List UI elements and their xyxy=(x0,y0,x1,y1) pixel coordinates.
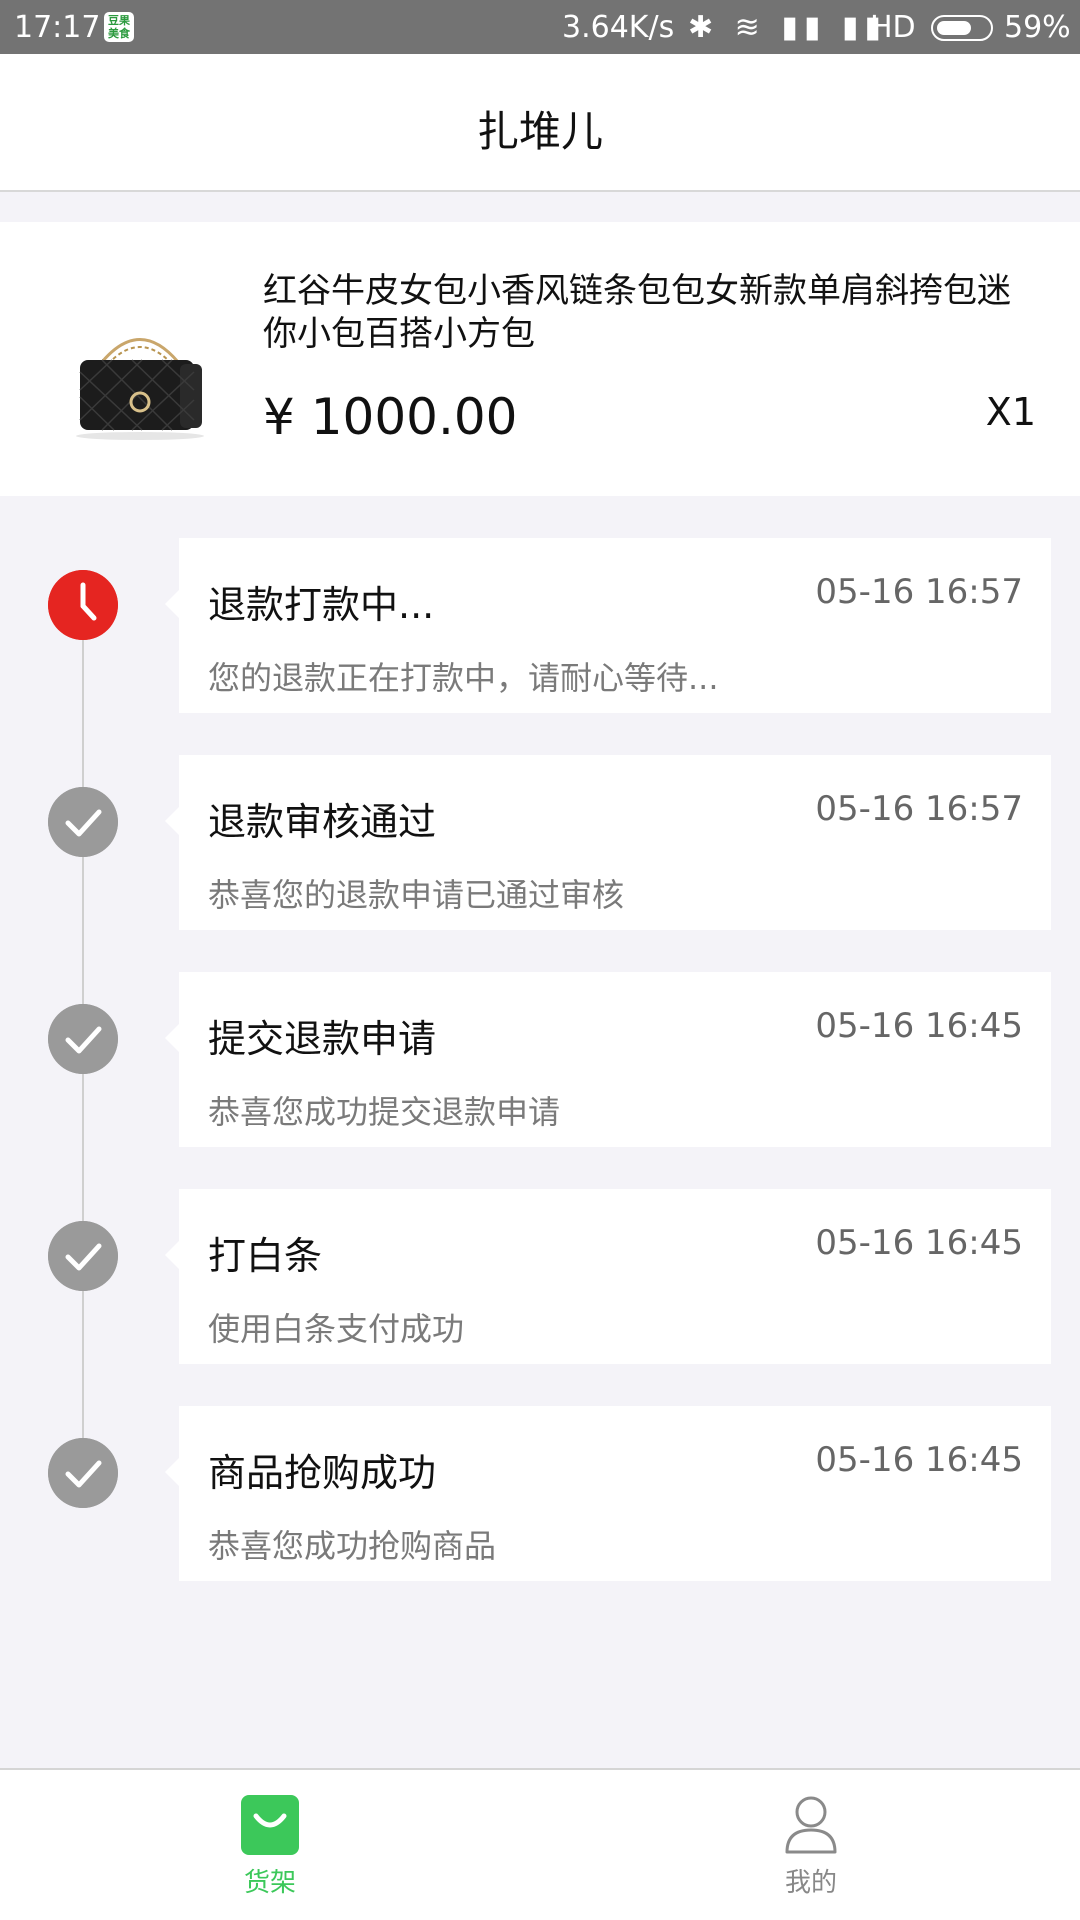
product-name: 红谷牛皮女包小香风链条包包女新款单肩斜挎包迷你小包百搭小方包 xyxy=(263,271,1011,354)
timeline-card: 退款审核通过 05-16 16:57 恭喜您的退款申请已通过审核 xyxy=(165,755,1051,930)
timeline-time: 05-16 16:57 xyxy=(815,572,1023,612)
product-price: ¥ 1000.00 xyxy=(263,388,518,446)
status-bar: 17:17 豆果美食 3.64K/s ✱ ≋ ▮▮ ▮▮ HD 59% xyxy=(0,0,1080,54)
timeline-description: 恭喜您的退款申请已通过审核 xyxy=(208,876,625,914)
handbag-icon xyxy=(76,338,204,440)
bottom-nav: 货架 我的 xyxy=(0,1768,1080,1920)
timeline-description: 恭喜您成功抢购商品 xyxy=(208,1527,497,1565)
timeline-time: 05-16 16:45 xyxy=(815,1006,1023,1046)
timeline-description: 使用白条支付成功 xyxy=(208,1310,465,1348)
page-title: 扎堆儿 xyxy=(476,107,603,156)
shopping-bag-icon xyxy=(241,1795,299,1855)
timeline-item: 商品抢购成功 05-16 16:45 恭喜您成功抢购商品 xyxy=(0,1406,1080,1581)
timeline-title: 退款审核通过 xyxy=(208,800,437,844)
check-icon xyxy=(48,1438,118,1508)
check-icon xyxy=(48,787,118,857)
check-icon xyxy=(48,1004,118,1074)
battery-percent: 59% xyxy=(1004,10,1071,45)
timeline-title: 提交退款申请 xyxy=(208,1017,437,1061)
user-icon xyxy=(785,1796,837,1854)
nav-label-shelf: 货架 xyxy=(243,1868,296,1898)
timeline-item: 退款打款中... 05-16 16:57 您的退款正在打款中，请耐心等待... xyxy=(0,538,1080,713)
timeline-description: 您的退款正在打款中，请耐心等待... xyxy=(208,659,719,697)
timeline-time: 05-16 16:45 xyxy=(815,1440,1023,1480)
product-quantity: X1 xyxy=(985,390,1036,434)
hd-indicator: HD xyxy=(870,10,916,45)
timeline-title: 退款打款中... xyxy=(208,583,435,627)
timeline-item: 打白条 05-16 16:45 使用白条支付成功 xyxy=(0,1189,1080,1364)
timeline-time: 05-16 16:57 xyxy=(815,789,1023,829)
product-card[interactable]: 红谷牛皮女包小香风链条包包女新款单肩斜挎包迷你小包百搭小方包 ¥ 1000.00… xyxy=(0,222,1080,496)
timeline-card: 退款打款中... 05-16 16:57 您的退款正在打款中，请耐心等待... xyxy=(165,538,1051,713)
timeline-item: 提交退款申请 05-16 16:45 恭喜您成功提交退款申请 xyxy=(0,972,1080,1147)
timeline-card: 商品抢购成功 05-16 16:45 恭喜您成功抢购商品 xyxy=(165,1406,1051,1581)
timeline-time: 05-16 16:45 xyxy=(815,1223,1023,1263)
nav-item-shelf[interactable]: 货架 xyxy=(170,1794,370,1904)
timeline-description: 恭喜您成功提交退款申请 xyxy=(208,1093,561,1131)
timeline-card: 打白条 05-16 16:45 使用白条支付成功 xyxy=(165,1189,1051,1364)
status-time: 17:17 xyxy=(14,10,101,45)
battery-icon xyxy=(931,15,993,41)
timeline-item: 退款审核通过 05-16 16:57 恭喜您的退款申请已通过审核 xyxy=(0,755,1080,930)
app-notification-icon: 豆果美食 xyxy=(104,12,134,42)
check-icon xyxy=(48,1221,118,1291)
timeline-card: 提交退款申请 05-16 16:45 恭喜您成功提交退款申请 xyxy=(165,972,1051,1147)
network-speed: 3.64K/s xyxy=(562,10,675,45)
signal-icons: ✱ ≋ ▮▮ ▮▮ xyxy=(688,10,887,45)
clock-icon xyxy=(48,570,118,640)
timeline-title: 打白条 xyxy=(208,1234,323,1278)
header: 扎堆儿 xyxy=(0,54,1080,192)
nav-label-mine: 我的 xyxy=(784,1868,837,1898)
timeline-title: 商品抢购成功 xyxy=(208,1451,437,1495)
nav-item-mine[interactable]: 我的 xyxy=(711,1794,911,1904)
